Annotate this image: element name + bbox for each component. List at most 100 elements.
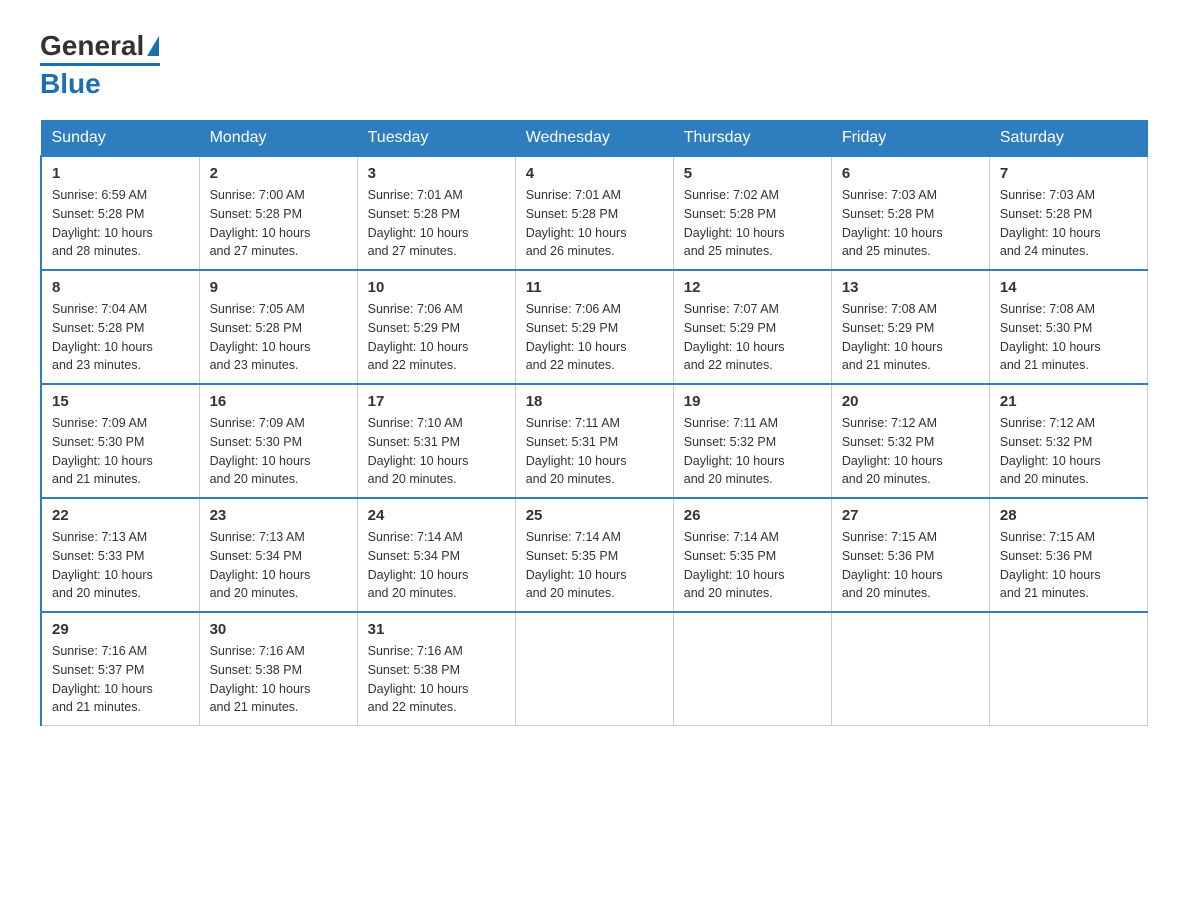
day-number: 29 [52, 621, 189, 638]
day-info: Sunrise: 7:02 AM Sunset: 5:28 PM Dayligh… [684, 186, 821, 261]
calendar-cell [515, 612, 673, 726]
calendar-cell: 9Sunrise: 7:05 AM Sunset: 5:28 PM Daylig… [199, 270, 357, 384]
day-number: 18 [526, 393, 663, 410]
calendar-cell: 23 Sunrise: 7:13 AM Sunset: 5:34 PM Dayli… [199, 498, 357, 612]
column-header-wednesday: Wednesday [515, 121, 673, 157]
day-number: 22 [52, 507, 189, 524]
day-number: 1 [52, 165, 189, 182]
day-number: 26 [684, 507, 821, 524]
day-info: Sunrise: 7:12 AM Sunset: 5:32 PM Dayligh… [842, 414, 979, 489]
calendar-week-3: 15 Sunrise: 7:09 AM Sunset: 5:30 PM Dayli… [41, 384, 1148, 498]
column-header-thursday: Thursday [673, 121, 831, 157]
day-info: Sunrise: 7:16 AM Sunset: 5:38 PM Dayligh… [210, 642, 347, 717]
day-number: 24 [368, 507, 505, 524]
calendar-cell: 4 Sunrise: 7:01 AM Sunset: 5:28 PM Daylig… [515, 156, 673, 270]
column-header-sunday: Sunday [41, 121, 199, 157]
day-info: Sunrise: 7:01 AM Sunset: 5:28 PM Dayligh… [526, 186, 663, 261]
calendar-cell: 20 Sunrise: 7:12 AM Sunset: 5:32 PM Dayli… [831, 384, 989, 498]
day-number: 20 [842, 393, 979, 410]
day-info: Sunrise: 7:01 AM Sunset: 5:28 PM Dayligh… [368, 186, 505, 261]
day-info: Sunrise: 7:08 AM Sunset: 5:29 PM Dayligh… [842, 300, 979, 375]
day-number: 3 [368, 165, 505, 182]
day-number: 16 [210, 393, 347, 410]
calendar-cell: 8 Sunrise: 7:04 AM Sunset: 5:28 PM Daylig… [41, 270, 199, 384]
day-info: Sunrise: 7:04 AM Sunset: 5:28 PM Dayligh… [52, 300, 189, 375]
calendar-cell: 3 Sunrise: 7:01 AM Sunset: 5:28 PM Daylig… [357, 156, 515, 270]
calendar-cell: 6 Sunrise: 7:03 AM Sunset: 5:28 PM Daylig… [831, 156, 989, 270]
day-number: 28 [1000, 507, 1137, 524]
day-info: Sunrise: 7:13 AM Sunset: 5:33 PM Dayligh… [52, 528, 189, 603]
calendar-cell: 5 Sunrise: 7:02 AM Sunset: 5:28 PM Daylig… [673, 156, 831, 270]
day-info: Sunrise: 7:13 AM Sunset: 5:34 PM Dayligh… [210, 528, 347, 603]
day-number: 21 [1000, 393, 1137, 410]
day-info: Sunrise: 7:14 AM Sunset: 5:35 PM Dayligh… [526, 528, 663, 603]
day-info: Sunrise: 7:08 AM Sunset: 5:30 PM Dayligh… [1000, 300, 1137, 375]
calendar-cell: 16 Sunrise: 7:09 AM Sunset: 5:30 PM Dayli… [199, 384, 357, 498]
day-number: 5 [684, 165, 821, 182]
day-number: 27 [842, 507, 979, 524]
page-header: General Blue [40, 30, 1148, 100]
calendar-cell: 24 Sunrise: 7:14 AM Sunset: 5:34 PM Dayli… [357, 498, 515, 612]
day-info: Sunrise: 7:12 AM Sunset: 5:32 PM Dayligh… [1000, 414, 1137, 489]
calendar-week-1: 1 Sunrise: 6:59 AM Sunset: 5:28 PM Daylig… [41, 156, 1148, 270]
calendar-week-5: 29 Sunrise: 7:16 AM Sunset: 5:37 PM Dayli… [41, 612, 1148, 726]
calendar-cell: 1 Sunrise: 6:59 AM Sunset: 5:28 PM Daylig… [41, 156, 199, 270]
calendar-cell: 12Sunrise: 7:07 AM Sunset: 5:29 PM Dayli… [673, 270, 831, 384]
logo-blue-label: Blue [40, 68, 101, 100]
day-info: Sunrise: 7:16 AM Sunset: 5:37 PM Dayligh… [52, 642, 189, 717]
calendar-cell: 17Sunrise: 7:10 AM Sunset: 5:31 PM Dayli… [357, 384, 515, 498]
day-info: Sunrise: 7:11 AM Sunset: 5:32 PM Dayligh… [684, 414, 821, 489]
calendar-cell: 2 Sunrise: 7:00 AM Sunset: 5:28 PM Daylig… [199, 156, 357, 270]
day-number: 13 [842, 279, 979, 296]
day-info: Sunrise: 7:15 AM Sunset: 5:36 PM Dayligh… [842, 528, 979, 603]
day-number: 30 [210, 621, 347, 638]
column-header-friday: Friday [831, 121, 989, 157]
calendar-body: 1 Sunrise: 6:59 AM Sunset: 5:28 PM Daylig… [41, 156, 1148, 726]
column-header-tuesday: Tuesday [357, 121, 515, 157]
calendar-cell: 21 Sunrise: 7:12 AM Sunset: 5:32 PM Dayli… [989, 384, 1147, 498]
calendar-week-4: 22 Sunrise: 7:13 AM Sunset: 5:33 PM Dayli… [41, 498, 1148, 612]
day-number: 25 [526, 507, 663, 524]
day-info: Sunrise: 7:05 AM Sunset: 5:28 PM Dayligh… [210, 300, 347, 375]
column-header-monday: Monday [199, 121, 357, 157]
day-info: Sunrise: 7:14 AM Sunset: 5:34 PM Dayligh… [368, 528, 505, 603]
calendar-cell: 10Sunrise: 7:06 AM Sunset: 5:29 PM Dayli… [357, 270, 515, 384]
day-info: Sunrise: 7:14 AM Sunset: 5:35 PM Dayligh… [684, 528, 821, 603]
calendar-cell: 28Sunrise: 7:15 AM Sunset: 5:36 PM Dayli… [989, 498, 1147, 612]
day-info: Sunrise: 7:03 AM Sunset: 5:28 PM Dayligh… [842, 186, 979, 261]
day-info: Sunrise: 7:00 AM Sunset: 5:28 PM Dayligh… [210, 186, 347, 261]
calendar-cell: 15 Sunrise: 7:09 AM Sunset: 5:30 PM Dayli… [41, 384, 199, 498]
logo-divider [40, 63, 160, 66]
day-number: 15 [52, 393, 189, 410]
calendar-cell: 7 Sunrise: 7:03 AM Sunset: 5:28 PM Daylig… [989, 156, 1147, 270]
day-info: Sunrise: 7:03 AM Sunset: 5:28 PM Dayligh… [1000, 186, 1137, 261]
day-number: 2 [210, 165, 347, 182]
day-number: 14 [1000, 279, 1137, 296]
day-number: 8 [52, 279, 189, 296]
calendar-cell: 18 Sunrise: 7:11 AM Sunset: 5:31 PM Dayli… [515, 384, 673, 498]
logo-triangle-icon [147, 36, 159, 56]
day-info: Sunrise: 7:11 AM Sunset: 5:31 PM Dayligh… [526, 414, 663, 489]
calendar-cell [989, 612, 1147, 726]
calendar-week-2: 8 Sunrise: 7:04 AM Sunset: 5:28 PM Daylig… [41, 270, 1148, 384]
calendar-cell: 26 Sunrise: 7:14 AM Sunset: 5:35 PM Dayli… [673, 498, 831, 612]
logo-wordmark: General [40, 30, 160, 62]
day-number: 17 [368, 393, 505, 410]
calendar-cell [831, 612, 989, 726]
day-info: Sunrise: 7:06 AM Sunset: 5:29 PM Dayligh… [526, 300, 663, 375]
day-info: Sunrise: 7:09 AM Sunset: 5:30 PM Dayligh… [210, 414, 347, 489]
day-number: 4 [526, 165, 663, 182]
calendar-cell: 11 Sunrise: 7:06 AM Sunset: 5:29 PM Dayli… [515, 270, 673, 384]
day-number: 7 [1000, 165, 1137, 182]
day-number: 11 [526, 279, 663, 296]
day-number: 19 [684, 393, 821, 410]
calendar-cell [673, 612, 831, 726]
day-info: Sunrise: 6:59 AM Sunset: 5:28 PM Dayligh… [52, 186, 189, 261]
calendar-cell: 27 Sunrise: 7:15 AM Sunset: 5:36 PM Dayli… [831, 498, 989, 612]
day-number: 31 [368, 621, 505, 638]
calendar-cell: 29 Sunrise: 7:16 AM Sunset: 5:37 PM Dayli… [41, 612, 199, 726]
day-number: 10 [368, 279, 505, 296]
day-number: 23 [210, 507, 347, 524]
day-number: 6 [842, 165, 979, 182]
day-info: Sunrise: 7:09 AM Sunset: 5:30 PM Dayligh… [52, 414, 189, 489]
